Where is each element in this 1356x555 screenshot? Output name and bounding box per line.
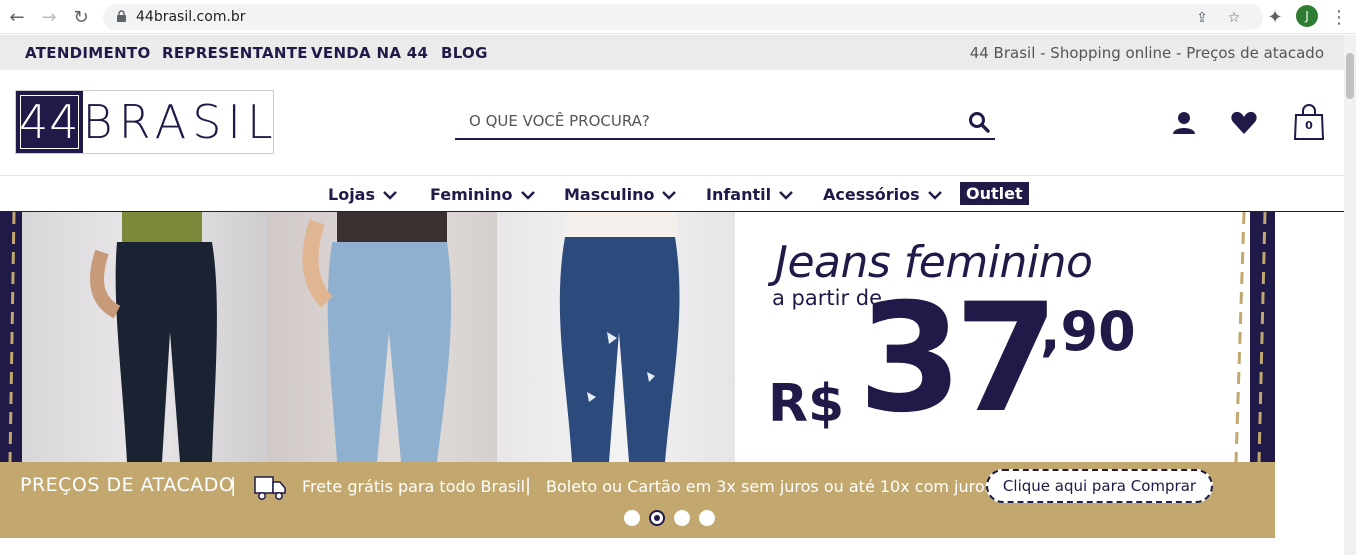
price-decimal: ,90 <box>1040 300 1136 363</box>
browser-toolbar: ← → ↻ 44brasil.com.br ⇪ ☆ ✦ J ⋮ <box>0 0 1356 34</box>
strip-separator-2: | <box>525 475 532 496</box>
nav-infantil-label: Infantil <box>706 185 772 204</box>
back-icon[interactable]: ← <box>6 6 28 28</box>
forward-icon[interactable]: → <box>38 6 60 28</box>
carousel-dot-1[interactable] <box>624 510 640 526</box>
banner-strip-edge <box>1228 462 1275 538</box>
utility-bar: ATENDIMENTO REPRESENTANTE VENDA NA 44 BL… <box>0 35 1344 70</box>
wishlist-heart-icon[interactable] <box>1230 108 1258 138</box>
jeans-model-image <box>90 212 217 462</box>
nav-acessorios[interactable]: Acessórios <box>823 185 942 204</box>
page-scrollbar[interactable] <box>1344 35 1356 555</box>
cart-button[interactable]: 0 <box>1293 104 1325 140</box>
strip-separator: | <box>230 474 237 496</box>
link-venda-na-44[interactable]: VENDA NA 44 <box>311 44 428 62</box>
banner-photo-2 <box>267 212 497 462</box>
carousel-dots <box>624 510 715 526</box>
site-logo[interactable]: 44 BRASIL <box>15 90 274 154</box>
chevron-down-icon <box>383 190 397 200</box>
chevron-down-icon <box>779 190 793 200</box>
delivery-truck-icon <box>254 476 286 500</box>
banner-photo-1 <box>22 212 267 462</box>
hero-banner[interactable]: Jeans feminino a partir de 37 ,90 R$ PRE… <box>0 212 1275 538</box>
carousel-dot-4[interactable] <box>699 510 715 526</box>
bookmark-star-icon[interactable]: ☆ <box>1225 9 1243 27</box>
link-atendimento[interactable]: ATENDIMENTO <box>25 44 151 62</box>
search-icon[interactable] <box>967 110 991 134</box>
stitch-decoration-far-right <box>1257 212 1267 462</box>
user-account-icon[interactable] <box>1170 108 1198 138</box>
address-bar[interactable]: 44brasil.com.br ⇪ ☆ <box>103 4 1263 30</box>
search-bar <box>455 106 995 140</box>
jeans-model-image <box>559 212 680 462</box>
reload-icon[interactable]: ↻ <box>70 6 92 28</box>
jeans-model-image <box>302 212 452 462</box>
nav-infantil[interactable]: Infantil <box>706 185 793 204</box>
category-nav: Lojas Feminino Masculino Infantil Acessó… <box>0 175 1344 212</box>
stitch-decoration-left <box>8 212 16 462</box>
free-shipping-text: Frete grátis para todo Brasil <box>302 477 526 496</box>
link-blog[interactable]: BLOG <box>441 44 488 62</box>
nav-feminino[interactable]: Feminino <box>430 185 535 204</box>
site-tagline: 44 Brasil - Shopping online - Preços de … <box>969 44 1324 62</box>
banner-photo-3 <box>497 212 735 462</box>
carousel-dot-3[interactable] <box>674 510 690 526</box>
logo-number: 44 <box>16 91 83 153</box>
nav-lojas-label: Lojas <box>328 185 375 204</box>
chevron-down-icon <box>927 190 942 200</box>
nav-outlet[interactable]: Outlet <box>960 182 1029 205</box>
share-icon[interactable]: ⇪ <box>1193 9 1211 27</box>
link-representante[interactable]: REPRESENTANTE <box>162 44 308 62</box>
price-currency: R$ <box>768 374 845 434</box>
chevron-down-icon <box>520 190 535 200</box>
url-text: 44brasil.com.br <box>136 9 246 25</box>
scroll-thumb[interactable] <box>1346 53 1354 99</box>
lock-icon <box>117 10 126 22</box>
nav-lojas[interactable]: Lojas <box>328 185 397 204</box>
nav-acessorios-label: Acessórios <box>823 185 920 204</box>
stitch-decoration-right <box>1234 212 1246 462</box>
search-input[interactable] <box>469 112 949 130</box>
extensions-icon[interactable]: ✦ <box>1264 6 1286 28</box>
browser-menu-icon[interactable]: ⋮ <box>1328 6 1350 28</box>
buy-now-button[interactable]: Clique aqui para Comprar <box>986 469 1213 503</box>
cart-count: 0 <box>1305 119 1313 132</box>
profile-avatar[interactable]: J <box>1296 5 1318 27</box>
nav-masculino-label: Masculino <box>564 185 655 204</box>
logo-word: BRASIL <box>82 95 279 149</box>
nav-feminino-label: Feminino <box>430 185 513 204</box>
chevron-down-icon <box>662 190 677 200</box>
wholesale-text: PREÇOS DE ATACADO <box>20 474 235 496</box>
carousel-dot-2-active[interactable] <box>649 510 665 526</box>
price-integer: 37 <box>858 272 1059 446</box>
payment-terms-text: Boleto ou Cartão em 3x sem juros ou até … <box>546 477 993 496</box>
nav-masculino[interactable]: Masculino <box>564 185 677 204</box>
